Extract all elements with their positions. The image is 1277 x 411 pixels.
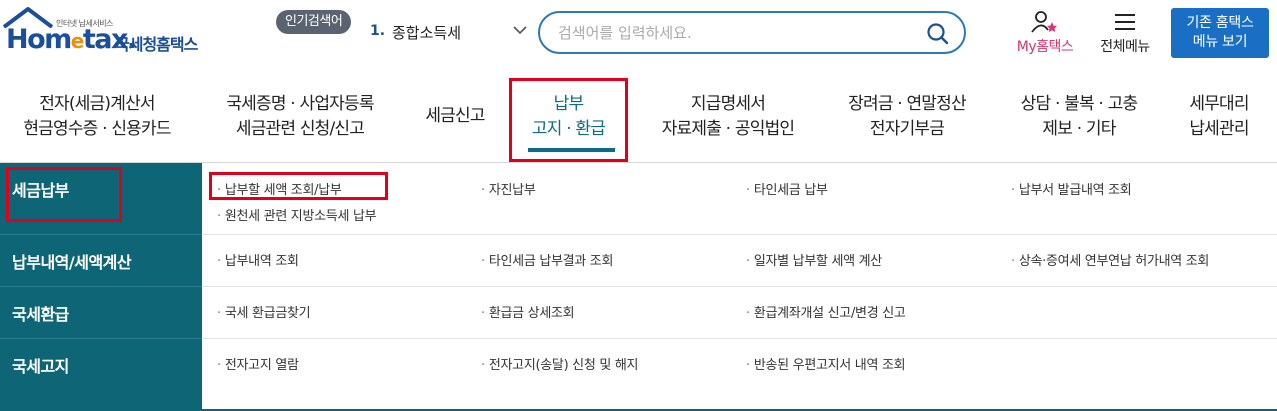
nav-item-line2: 현금영수증 · 신용카드 (23, 119, 171, 139)
nav-item-line1: 납부 (553, 94, 584, 114)
nav-item-line2: 세금관련 신청/신고 (235, 119, 365, 139)
nav-item-line1: 장려금 · 연말정산 (848, 94, 967, 114)
nav-item-certificate[interactable]: 국세증명 · 사업자등록 세금관련 신청/신고 (210, 92, 390, 142)
nav-item-line1: 상담 · 불복 · 고충 (1020, 94, 1138, 114)
logo-wordmark-part: Hom (6, 24, 72, 55)
old-menu-line2: 메뉴 보기 (1192, 34, 1248, 50)
main-nav: 전자(세금)계산서 현금영수증 · 신용카드 국세증명 · 사업자등록 세금관련… (0, 66, 1277, 163)
chevron-down-icon[interactable] (512, 24, 528, 36)
link-e-notice-view[interactable]: 전자고지 열람 (217, 354, 299, 373)
link-daily-tax-calc[interactable]: 일자별 납부할 세액 계산 (746, 250, 882, 269)
hamburger-icon (1115, 14, 1135, 30)
link-find-refund[interactable]: 국세 환급금찾기 (217, 302, 311, 321)
nav-active-underline (528, 148, 615, 152)
category-divider (0, 234, 202, 235)
nav-item-line2: 자료제출 · 공익법인 (661, 119, 795, 139)
category-divider (0, 338, 202, 339)
user-star-icon (1031, 11, 1057, 33)
search-box (538, 11, 966, 54)
link-refund-account[interactable]: 환급계좌개설 신고/변경 신고 (746, 302, 906, 321)
link-installment-history[interactable]: 상속·증여세 연부연납 허가내역 조회 (1011, 250, 1210, 269)
nav-item-line2: 고지 · 환급 (531, 119, 606, 139)
nav-item-line1: 지급명세서 (690, 94, 766, 114)
link-other-payment-result[interactable]: 타인세금 납부결과 조회 (481, 250, 614, 269)
nav-item-consult[interactable]: 상담 · 불복 · 고충 제보 · 기타 (1005, 92, 1153, 142)
magnifier-icon[interactable] (926, 22, 950, 46)
link-selected-highlight (209, 172, 388, 200)
all-menu-button[interactable]: 전체메뉴 (1093, 10, 1157, 56)
link-payment-history[interactable]: 납부내역 조회 (217, 250, 299, 269)
old-menu-button[interactable]: 기존 홈택스 메뉴 보기 (1171, 8, 1269, 58)
nav-item-line1: 국세증명 · 사업자등록 (226, 94, 374, 114)
nav-item-line2: 전자기부금 (869, 119, 945, 139)
nav-item-payment-statement[interactable]: 지급명세서 자료제출 · 공익법인 (648, 92, 808, 142)
nav-item-tax-agent[interactable]: 세무대리 납세관리 (1176, 92, 1262, 142)
nav-item-tax-report[interactable]: 세금신고 (416, 104, 494, 129)
link-payment-slip-history[interactable]: 납부서 발급내역 조회 (1011, 179, 1132, 198)
nav-item-line2: 제보 · 기타 (1042, 119, 1116, 139)
link-local-income-tax-payment[interactable]: 원천세 관련 지방소득세 납부 (217, 205, 377, 224)
category-divider (0, 286, 202, 287)
submenu-panel: 세금납부 납부내역/세액계산 국세환급 국세고지 납부할 세액 조회/납부 자진… (0, 163, 1277, 411)
link-returned-notice[interactable]: 반송된 우편고지서 내역 조회 (746, 354, 906, 373)
my-hometax-button[interactable]: My홈택스 (1010, 10, 1080, 56)
nav-item-e-invoice[interactable]: 전자(세금)계산서 현금영수증 · 신용카드 (12, 92, 182, 142)
category-selected-highlight (6, 167, 122, 222)
my-hometax-label: My홈택스 (1016, 39, 1074, 55)
popular-search-badge: 인기검색어 (276, 10, 352, 34)
link-e-notice-apply[interactable]: 전자고지(송달) 신청 및 해지 (481, 354, 639, 373)
logo-wordmark-e: e (70, 29, 85, 53)
old-menu-line1: 기존 홈택스 (1186, 15, 1254, 31)
popular-search-rank: 1. (370, 23, 386, 39)
link-self-payment[interactable]: 자진납부 (481, 179, 536, 198)
link-other-tax-payment[interactable]: 타인세금 납부 (746, 179, 828, 198)
nav-item-line2: 납세관리 (1189, 119, 1249, 139)
nav-item-line1: 전자(세금)계산서 (39, 94, 155, 114)
hometax-logo[interactable]: 인터넷 납세서비스 Hometax. 국세청홈택스 (0, 6, 215, 60)
nav-item-payment[interactable]: 납부 고지 · 환급 (512, 92, 625, 142)
link-refund-detail[interactable]: 환급금 상세조회 (481, 302, 575, 321)
category-tax-notice[interactable]: 국세고지 (12, 353, 69, 377)
category-tax-refund[interactable]: 국세환급 (12, 301, 69, 325)
all-menu-label: 전체메뉴 (1100, 39, 1150, 55)
category-payment-history[interactable]: 납부내역/세액계산 (12, 249, 132, 273)
nav-item-line1: 세금신고 (425, 106, 485, 126)
nav-item-incentive[interactable]: 장려금 · 연말정산 전자기부금 (832, 92, 982, 142)
logo-korean: 국세청홈택스 (115, 35, 198, 54)
popular-search-term[interactable]: 종합소득세 (392, 22, 461, 43)
header: 인터넷 납세서비스 Hometax. 국세청홈택스 인기검색어 1. 종합소득세… (0, 0, 1277, 66)
nav-item-line1: 세무대리 (1189, 94, 1249, 114)
search-input[interactable] (558, 22, 918, 44)
